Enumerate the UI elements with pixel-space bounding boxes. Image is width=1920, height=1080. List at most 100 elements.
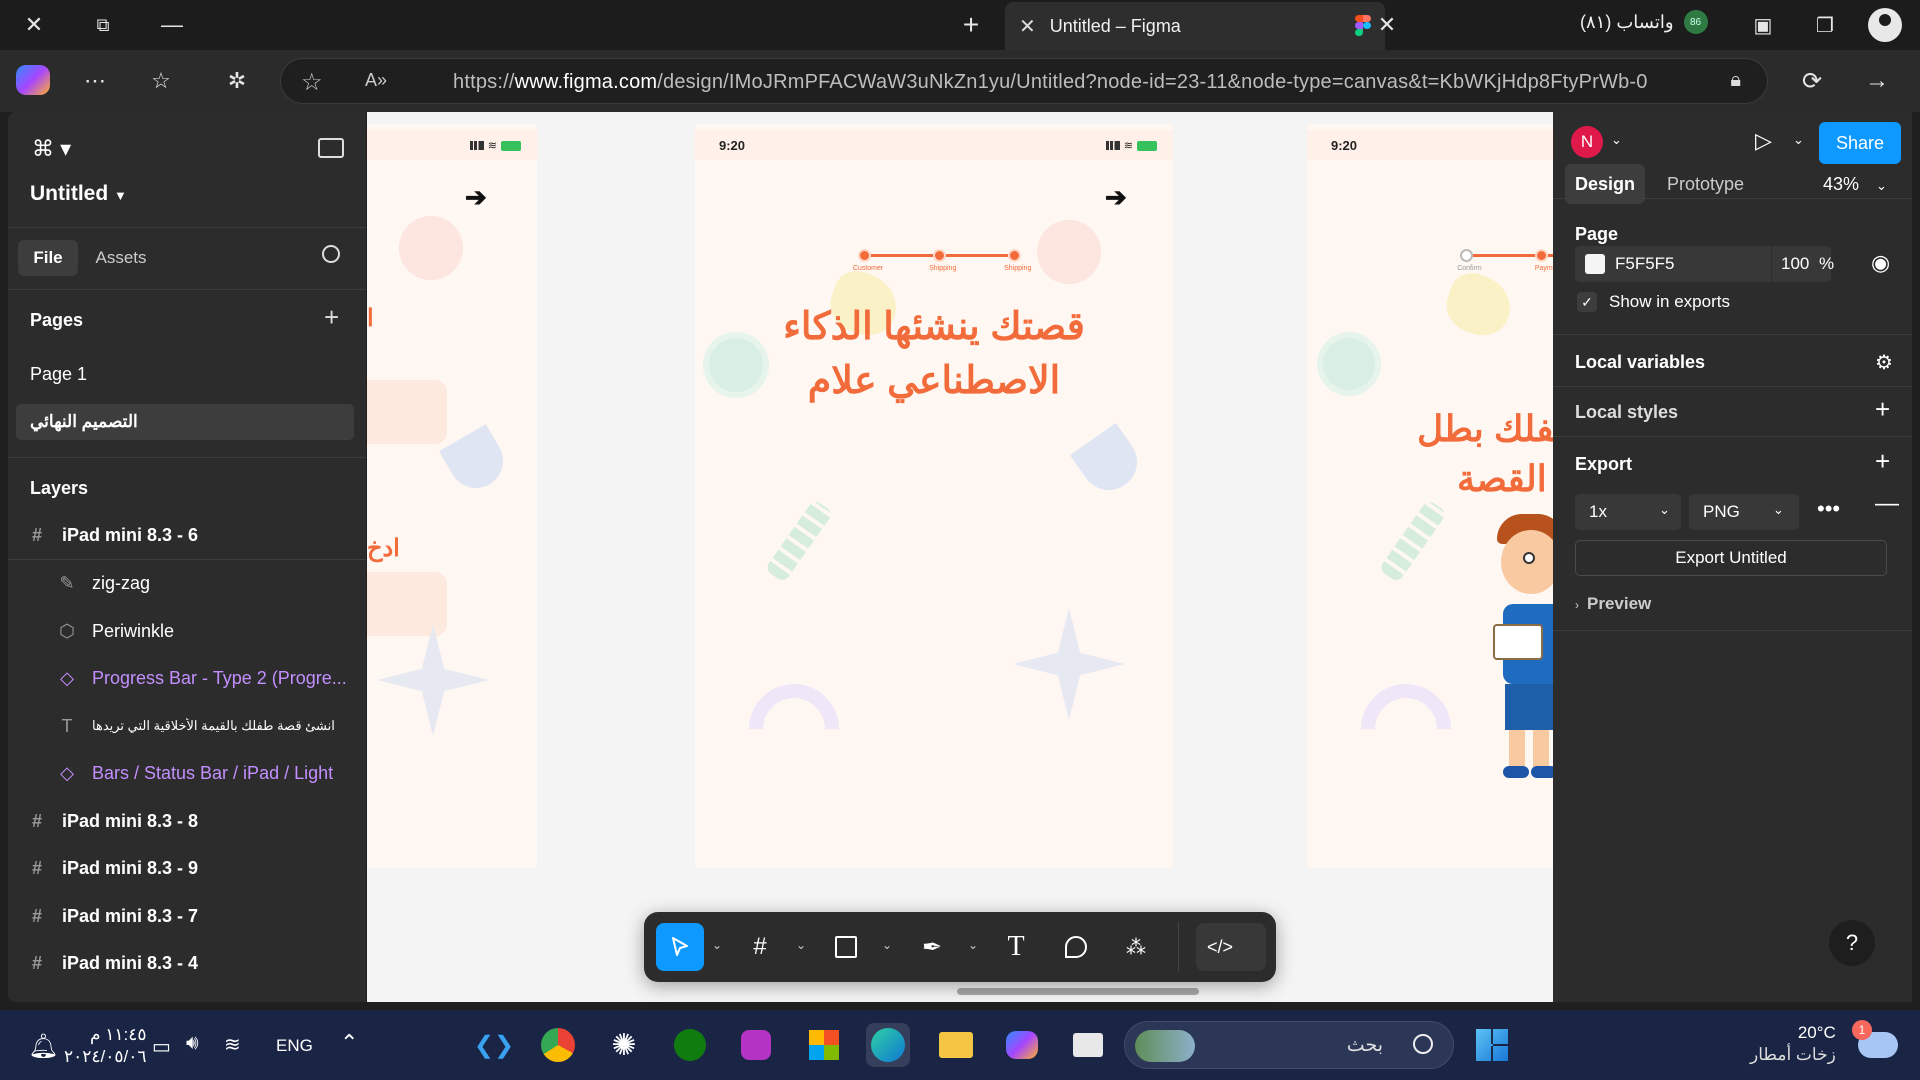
read-aloud-icon[interactable]: A» [365, 70, 387, 91]
taskbar-clock[interactable]: ١١:٤٥ م ٢٠٢٤/٠٥/٠٦ [64, 1024, 147, 1068]
tab-figma[interactable]: ✕ Untitled – Figma [1005, 2, 1385, 50]
layer-row[interactable]: # iPad mini 8.3 - 7 [8, 892, 366, 940]
notification-bell-icon[interactable]: 🔔︎ [28, 1032, 58, 1061]
design-canvas[interactable]: ≋ ➔ ا ادخ 9:20 ≋ ➔ Customer Shipping Shi… [367, 112, 1553, 1002]
close-other-tab-icon[interactable]: ✕ [1372, 10, 1402, 40]
minimize-window-icon[interactable]: — [157, 10, 187, 40]
xbox-app-icon[interactable] [668, 1023, 712, 1067]
whatsapp-tab[interactable]: 86 واتساب (٨١) [1580, 10, 1708, 34]
toggle-sidebar-icon[interactable] [318, 138, 344, 158]
extensions-icon[interactable]: ✲ [222, 66, 252, 96]
chevron-down-icon[interactable]: ⌄ [882, 938, 892, 952]
layer-row[interactable]: T انشئ قصة طفلك بالقيمة الأخلاقية التي تر… [8, 702, 366, 750]
collections-icon[interactable]: ❐ [1810, 10, 1840, 40]
tab-actions-icon[interactable]: ▣ [1748, 10, 1778, 40]
layer-row[interactable]: ✎ zig-zag [8, 560, 366, 608]
ipad-frame-center[interactable]: 9:20 ≋ ➔ Customer Shipping Shipping قصتك… [695, 124, 1173, 868]
tab-assets[interactable]: Assets [86, 240, 156, 276]
layer-row[interactable]: ◇ Bars / Status Bar / iPad / Light [8, 750, 366, 798]
tab-file[interactable]: File [18, 240, 78, 276]
show-hidden-icons[interactable]: ⌃ [340, 1030, 358, 1056]
actions-tool[interactable]: ⁂ [1116, 923, 1156, 971]
layer-row[interactable]: # iPad mini 8.3 - 8 [8, 797, 366, 845]
taskbar-search[interactable]: بحث [1124, 1021, 1454, 1069]
language-indicator[interactable]: ENG [276, 1036, 313, 1056]
refresh-icon[interactable]: ⟳ [1797, 66, 1827, 96]
add-style-icon[interactable]: + [1875, 394, 1890, 425]
dev-mode-toggle[interactable]: </> [1196, 923, 1266, 971]
start-button[interactable] [1470, 1023, 1514, 1067]
page-item-1[interactable]: Page 1 [30, 364, 87, 385]
move-tool[interactable] [656, 923, 704, 971]
figma-menu-icon[interactable]: ⌘ ▾ [32, 136, 71, 162]
visibility-eye-icon[interactable]: ◉ [1871, 250, 1890, 276]
search-icon[interactable] [322, 245, 340, 263]
export-format-select[interactable]: PNG ⌄ [1689, 494, 1799, 530]
layer-row[interactable]: # iPad mini 8.3 - 6 [8, 512, 366, 560]
new-tab-icon[interactable]: + [956, 9, 986, 40]
layer-row[interactable]: # iPad mini 8.3 - 9 [8, 845, 366, 893]
store-app-icon[interactable] [802, 1023, 846, 1067]
address-bar[interactable]: ☆ A» https://www.figma.com/design/IMoJRm… [280, 58, 1768, 104]
more-icon[interactable]: ⋯ [80, 66, 110, 96]
wifi-icon[interactable]: ≋ [224, 1032, 241, 1057]
file-explorer-app-icon[interactable] [934, 1023, 978, 1067]
media-app-icon[interactable] [734, 1023, 778, 1067]
export-button[interactable]: Export Untitled [1575, 540, 1887, 576]
share-button[interactable]: Share [1819, 122, 1901, 164]
preview-toggle[interactable]: › Preview [1575, 594, 1651, 614]
rectangle-tool[interactable] [826, 923, 866, 971]
frame-icon: # [31, 858, 42, 878]
forward-icon[interactable]: → [1862, 66, 1892, 96]
tab-prototype[interactable]: Prototype [1667, 174, 1744, 195]
remove-export-icon[interactable]: — [1875, 490, 1899, 518]
weather-widget[interactable]: 20°C زخات أمطار [1750, 1022, 1836, 1066]
layer-row[interactable]: ⬡ Periwinkle [8, 607, 366, 655]
export-scale-select[interactable]: 1x ⌄ [1575, 494, 1681, 530]
pen-tool[interactable]: ✒ [912, 923, 952, 971]
lock-icon[interactable]: 🔒︎ [1730, 69, 1741, 92]
page-color-field[interactable]: F5F5F5 100 % [1575, 246, 1834, 282]
user-avatar[interactable]: N [1571, 126, 1603, 158]
chevron-down-icon[interactable]: ⌄ [1611, 132, 1622, 148]
copilot-icon[interactable] [16, 65, 50, 95]
present-play-icon[interactable]: ▷ [1755, 128, 1772, 154]
layer-row[interactable]: ◇ Progress Bar - Type 2 (Progre... [8, 655, 366, 703]
ipad-frame-left[interactable]: ≋ ➔ ا ادخ [367, 124, 537, 868]
chevron-down-icon[interactable]: ⌄ [968, 938, 978, 952]
frame-tool[interactable]: # [740, 923, 780, 971]
layer-row[interactable]: # iPad mini 8.3 - 4 [8, 940, 366, 988]
add-favorite-icon[interactable]: ☆ [301, 68, 323, 97]
next-arrow-icon[interactable]: ➔ [1105, 182, 1127, 213]
restore-window-icon[interactable]: ⧉ [88, 10, 118, 40]
variables-icon[interactable]: ⚙︎ [1875, 350, 1893, 375]
task-view-app-icon[interactable] [1066, 1023, 1110, 1067]
battery-icon[interactable]: ▭ [152, 1034, 171, 1059]
volume-icon[interactable]: 🔊︎ [186, 1032, 199, 1055]
add-export-icon[interactable]: + [1875, 446, 1890, 477]
text-tool[interactable]: T [996, 923, 1036, 971]
chevron-down-icon[interactable]: ⌄ [712, 938, 722, 952]
page-item-final-design[interactable]: التصميم النهائي [16, 404, 354, 440]
copilot-app-icon[interactable] [1000, 1023, 1044, 1067]
file-title[interactable]: Untitled ▼ [30, 182, 127, 206]
export-options-icon[interactable]: ••• [1817, 496, 1840, 522]
vscode-app-icon[interactable]: ❮❯ [472, 1023, 516, 1067]
chevron-down-icon[interactable]: ⌄ [1793, 132, 1804, 148]
help-button[interactable]: ? [1829, 920, 1875, 966]
next-arrow-icon[interactable]: ➔ [465, 182, 487, 213]
show-in-exports-checkbox[interactable]: ✓ [1577, 292, 1597, 312]
ipad-frame-right[interactable]: 9:20 Confirm Paym طفلك بطل القصة [1307, 124, 1553, 868]
profile-avatar[interactable] [1868, 8, 1902, 42]
zoom-level[interactable]: 43% ⌄ [1823, 174, 1887, 195]
edge-app-icon[interactable] [866, 1023, 910, 1067]
close-window-icon[interactable]: ✕ [19, 10, 49, 40]
chatgpt-app-icon[interactable]: ✺ [602, 1023, 646, 1067]
close-tab-icon[interactable]: ✕ [1019, 14, 1036, 39]
chrome-app-icon[interactable] [536, 1023, 580, 1067]
chevron-down-icon[interactable]: ⌄ [796, 938, 806, 952]
horizontal-scrollbar[interactable] [957, 988, 1199, 995]
comment-tool[interactable] [1056, 923, 1096, 971]
favorites-icon[interactable]: ☆ [146, 66, 176, 96]
add-page-icon[interactable]: + [324, 302, 339, 333]
